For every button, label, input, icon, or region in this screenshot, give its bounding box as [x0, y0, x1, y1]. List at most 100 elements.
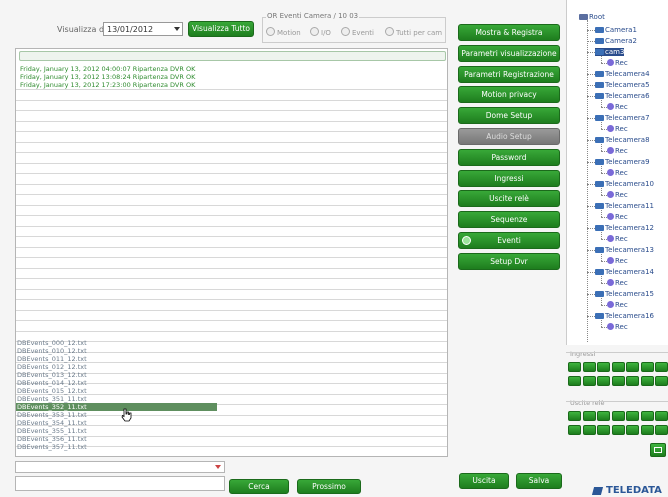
tree-node-camera[interactable]: Telecamera4 [595, 70, 650, 78]
file-select[interactable] [15, 461, 225, 473]
file-list-item[interactable]: DBEvents_355_11.txt [16, 427, 217, 435]
io-led-indicator[interactable] [655, 376, 668, 386]
io-led-indicator[interactable] [611, 362, 625, 372]
menu-button-parametri-visualizzazione[interactable]: Parametri visualizzazione [458, 44, 560, 62]
file-list-item[interactable]: DBEvents_015_12.txt [16, 387, 217, 395]
io-led-indicator[interactable] [611, 425, 625, 435]
tree-root[interactable]: Root [579, 13, 605, 21]
tree-node-rec[interactable]: Rec [607, 301, 628, 309]
radio-all-cam[interactable]: Tutti per cam [385, 27, 442, 37]
tree-node-rec[interactable]: Rec [607, 103, 628, 111]
radio-io[interactable]: I/O [310, 27, 331, 37]
menu-button-audio-setup[interactable]: Audio Setup [458, 128, 560, 145]
add-button[interactable] [650, 443, 666, 457]
search-button[interactable]: Cerca [229, 479, 289, 494]
tree-node-rec[interactable]: Rec [607, 235, 628, 243]
menu-button-dome-setup[interactable]: Dome Setup [458, 107, 560, 125]
camera-tree[interactable]: Root Camera1 Camera2 cam3 Rec Telecamera4 Tele… [566, 0, 668, 345]
file-list-item[interactable]: DBEvents_357_11.txt [16, 443, 217, 451]
io-led-indicator[interactable] [640, 362, 654, 372]
io-led-indicator[interactable] [568, 425, 581, 435]
file-list-item[interactable]: DBEvents_000_12.txt [16, 339, 217, 347]
file-list-item[interactable]: DBEvents_014_12.txt [16, 379, 217, 387]
menu-button-password[interactable]: Password [458, 148, 560, 166]
tree-node-camera[interactable]: Camera2 [595, 37, 637, 45]
radio-motion[interactable]: Motion [266, 27, 301, 37]
io-led-indicator[interactable] [582, 362, 596, 372]
io-led-indicator[interactable] [655, 425, 668, 435]
menu-button-mostra-registra[interactable]: Mostra & Registra [458, 24, 560, 41]
radio-events[interactable]: Eventi [341, 27, 374, 37]
search-input[interactable] [15, 476, 225, 491]
io-led-indicator[interactable] [611, 411, 625, 421]
file-list-item[interactable]: DBEvents_352_11.txt [16, 403, 217, 411]
tree-node-camera[interactable]: Telecamera14 [595, 268, 654, 276]
menu-button-setup-dvr[interactable]: Setup Dvr [458, 252, 560, 270]
tree-node-rec[interactable]: Rec [607, 125, 628, 133]
tree-node-camera[interactable]: cam3 [595, 48, 625, 56]
file-list-item[interactable]: DBEvents_351_11.txt [16, 395, 217, 403]
file-list-item[interactable]: DBEvents_010_12.txt [16, 347, 217, 355]
tree-node-rec[interactable]: Rec [607, 257, 628, 265]
tree-node-camera[interactable]: Telecamera5 [595, 81, 650, 89]
io-led-indicator[interactable] [568, 362, 581, 372]
menu-button-parametri-registrazione[interactable]: Parametri Registrazione [458, 65, 560, 83]
tree-node-camera[interactable]: Camera1 [595, 26, 637, 34]
tree-node-rec[interactable]: Rec [607, 59, 628, 67]
tree-node-camera[interactable]: Telecamera6 [595, 92, 650, 100]
tree-node-camera[interactable]: Telecamera7 [595, 114, 650, 122]
io-led-indicator[interactable] [582, 376, 596, 386]
io-led-indicator[interactable] [611, 376, 625, 386]
io-led-indicator[interactable] [655, 362, 668, 372]
io-led-indicator[interactable] [582, 411, 596, 421]
tree-node-camera[interactable]: Telecamera8 [595, 136, 650, 144]
exit-button[interactable]: Uscita [459, 473, 509, 489]
file-list[interactable]: DBEvents_000_12.txt DBEvents_010_12.txt DB… [16, 339, 217, 454]
tree-node-rec[interactable]: Rec [607, 323, 628, 331]
tree-node-camera[interactable]: Telecamera9 [595, 158, 650, 166]
io-led-indicator[interactable] [655, 411, 668, 421]
io-led-indicator[interactable] [597, 362, 610, 372]
io-led-indicator[interactable] [597, 425, 610, 435]
tree-node-rec[interactable]: Rec [607, 279, 628, 287]
file-list-item[interactable]: DBEvents_011_12.txt [16, 355, 217, 363]
file-list-item[interactable]: DBEvents_013_12.txt [16, 371, 217, 379]
menu-button-uscite-rel-[interactable]: Uscite relè [458, 190, 560, 208]
file-list-item[interactable]: DBEvents_354_11.txt [16, 419, 217, 427]
chevron-down-icon[interactable] [174, 27, 180, 31]
io-led-indicator[interactable] [626, 425, 639, 435]
io-led-indicator[interactable] [626, 376, 639, 386]
menu-button-sequenze[interactable]: Sequenze [458, 211, 560, 229]
io-led-indicator[interactable] [568, 411, 581, 421]
tree-node-camera[interactable]: Telecamera13 [595, 246, 654, 254]
io-led-indicator[interactable] [597, 411, 610, 421]
menu-button-ingressi[interactable]: Ingressi [458, 169, 560, 187]
io-led-indicator[interactable] [582, 425, 596, 435]
io-led-indicator[interactable] [568, 376, 581, 386]
menu-button-motion-privacy[interactable]: Motion privacy [458, 86, 560, 104]
io-led-indicator[interactable] [597, 376, 610, 386]
tree-node-camera[interactable]: Telecamera12 [595, 224, 654, 232]
tree-node-camera[interactable]: Telecamera16 [595, 312, 654, 320]
tree-node-camera[interactable]: Telecamera10 [595, 180, 654, 188]
io-led-indicator[interactable] [640, 376, 654, 386]
tree-node-rec[interactable]: Rec [607, 169, 628, 177]
chevron-down-icon[interactable] [215, 465, 221, 469]
tree-node-camera[interactable]: Telecamera11 [595, 202, 654, 210]
io-led-indicator[interactable] [626, 362, 639, 372]
io-led-indicator[interactable] [640, 425, 654, 435]
tree-node-rec[interactable]: Rec [607, 191, 628, 199]
io-led-indicator[interactable] [640, 411, 654, 421]
file-list-item[interactable]: DBEvents_353_11.txt [16, 411, 217, 419]
io-led-indicator[interactable] [626, 411, 639, 421]
menu-button-eventi[interactable]: Eventi [458, 232, 560, 249]
file-list-item[interactable]: DBEvents_012_12.txt [16, 363, 217, 371]
date-picker[interactable]: 13/01/2012 [103, 22, 183, 36]
tree-node-camera[interactable]: Telecamera15 [595, 290, 654, 298]
tree-node-rec[interactable]: Rec [607, 147, 628, 155]
tree-node-rec[interactable]: Rec [607, 213, 628, 221]
show-all-button[interactable]: Visualizza Tutto [188, 21, 254, 37]
next-button[interactable]: Prossimo [297, 479, 361, 494]
file-list-item[interactable]: DBEvents_356_11.txt [16, 435, 217, 443]
event-log[interactable]: Friday, January 13, 2012 04:00:07 Ripart… [15, 48, 448, 457]
